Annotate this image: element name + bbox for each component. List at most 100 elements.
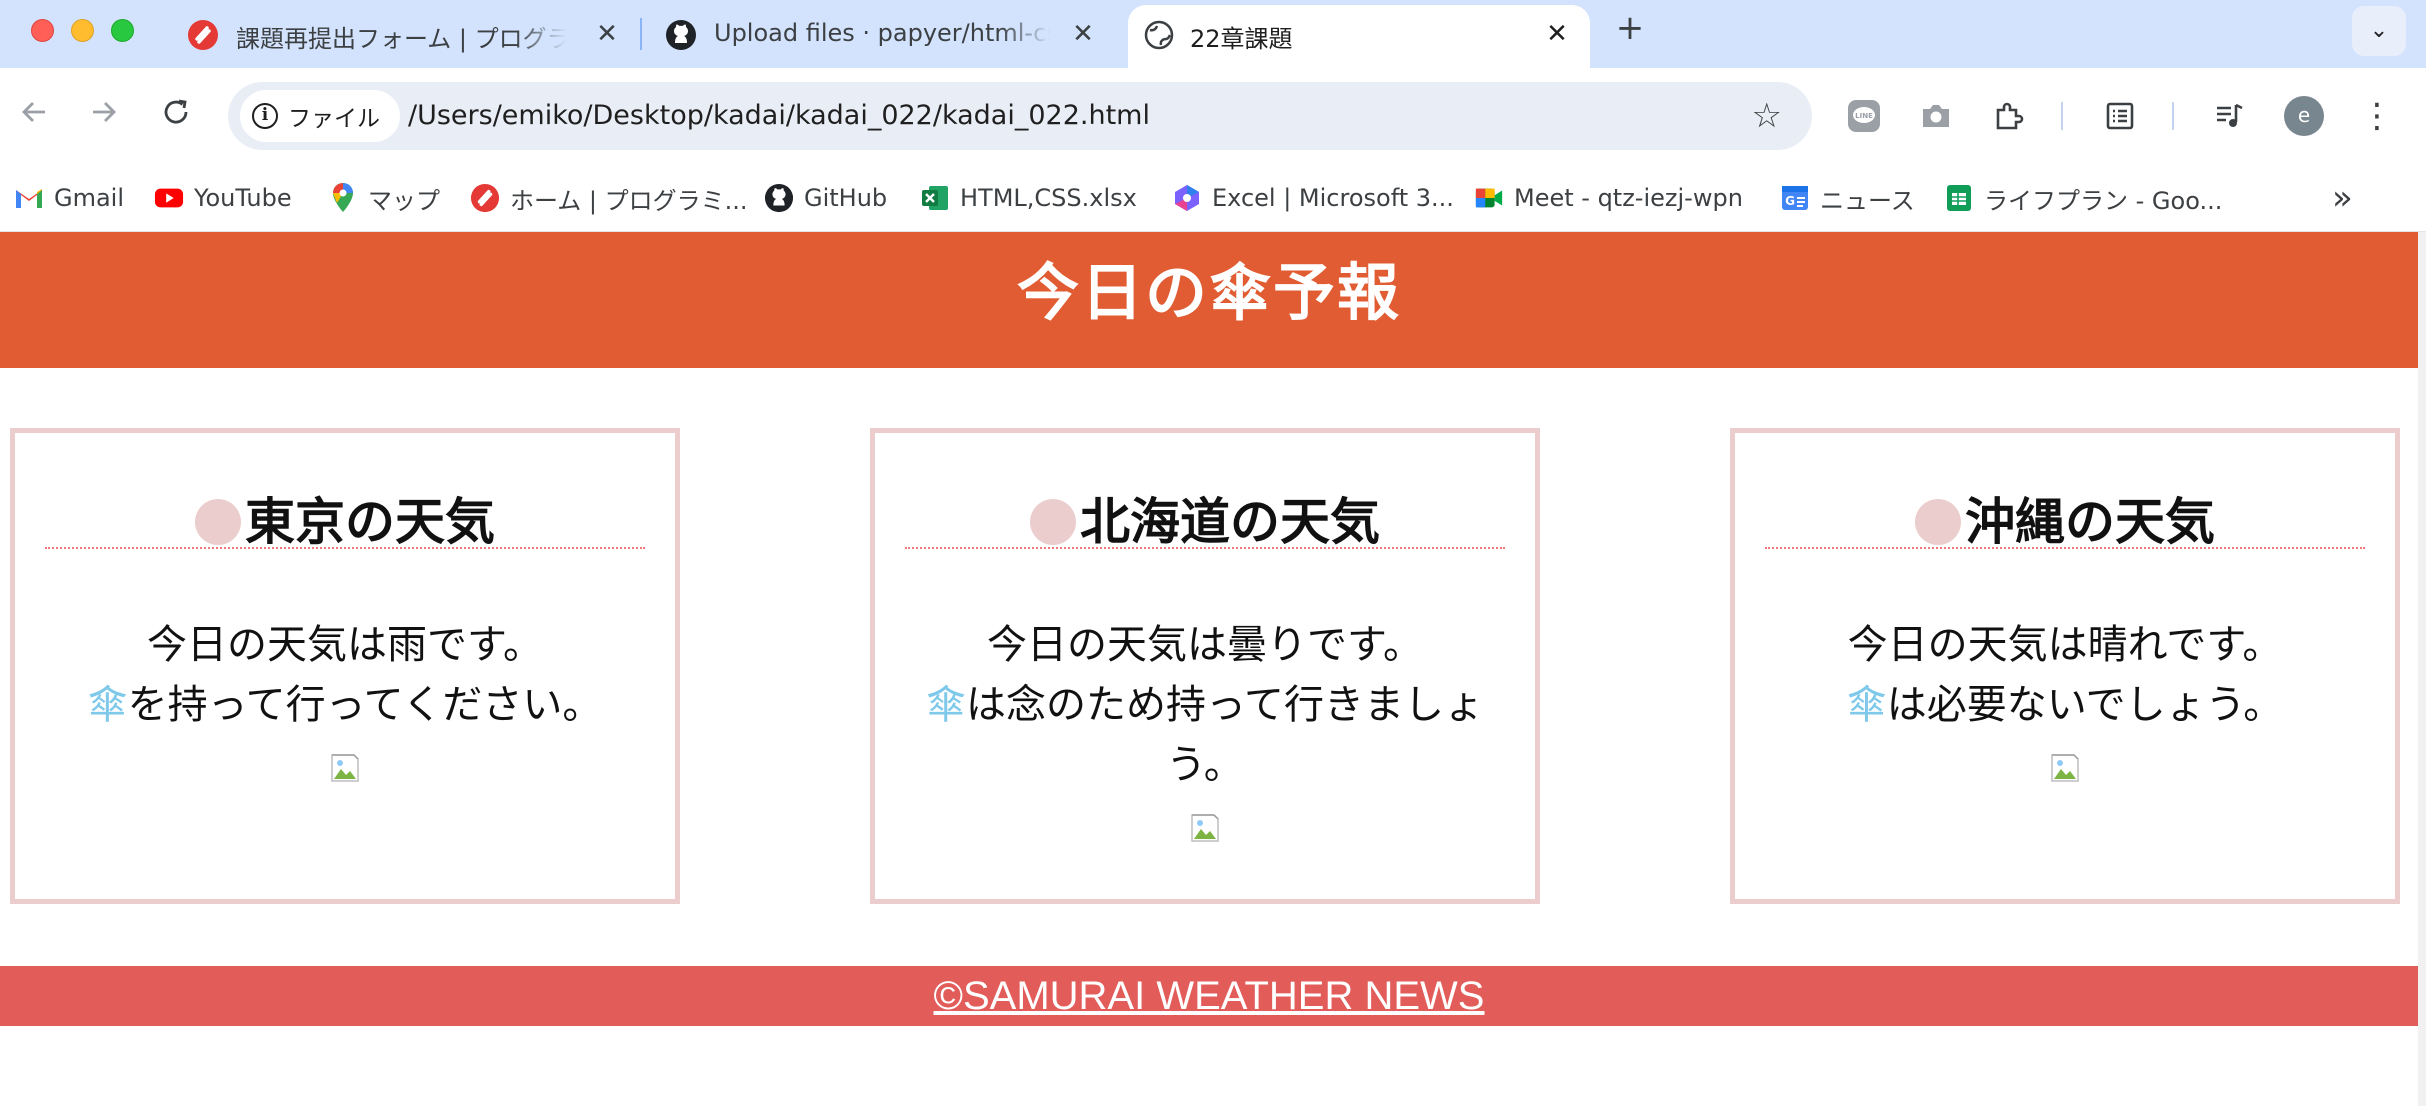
bookmark-gmail[interactable]: Gmail [14, 178, 124, 218]
card-body: 今日の天気は晴れです。 傘は必要ないでしょう。 [1765, 615, 2365, 801]
bookmark-label: YouTube [194, 184, 292, 212]
card-title: 沖縄の天気 [1965, 493, 2215, 551]
circle-bullet-icon [1915, 499, 1961, 545]
star-icon[interactable]: ☆ [1752, 96, 1782, 136]
bookmark-label: Excel | Microsoft 3... [1212, 184, 1454, 212]
weather-text: 今日の天気は晴れです。 [1847, 622, 2283, 668]
advice-text: を持って行ってください。 [127, 682, 603, 728]
github-icon [764, 183, 794, 213]
card-heading: 沖縄の天気 [1765, 497, 2365, 549]
bookmark-meet[interactable]: Meet - qtz-iezj-wpn [1474, 178, 1743, 218]
weather-card-okinawa: 沖縄の天気 今日の天気は晴れです。 傘は必要ないでしょう。 [1730, 428, 2400, 904]
bookmark-github[interactable]: GitHub [764, 178, 887, 218]
globe-icon [1142, 18, 1176, 52]
footer-link[interactable]: ©SAMURAI WEATHER NEWS [934, 974, 1485, 1018]
circle-bullet-icon [195, 499, 241, 545]
close-icon[interactable]: ✕ [1540, 17, 1574, 51]
card-title: 北海道の天気 [1080, 493, 1380, 551]
back-button[interactable] [10, 92, 58, 140]
tab-22sho-kadai[interactable]: 22章課題 ✕ [1128, 5, 1590, 68]
browser-toolbar: i ファイル /Users/emiko/Desktop/kadai/kadai_… [0, 68, 2426, 164]
weather-text: 今日の天気は曇りです。 [987, 622, 1423, 668]
bookmark-maps[interactable]: マップ [328, 178, 440, 218]
tab-separator [640, 18, 642, 50]
page-scrollbar[interactable] [2418, 232, 2426, 1106]
url-text[interactable]: /Users/emiko/Desktop/kadai/kadai_022/kad… [408, 100, 1150, 131]
tab-title: Upload files · papyer/html-css [714, 19, 1050, 47]
circle-bullet-icon [1030, 499, 1076, 545]
bookmark-label: マップ [368, 186, 440, 215]
tab-kadai-form[interactable]: 課題再提出フォーム | プログラミ ✕ [186, 5, 626, 68]
umbrella-advice: 傘を持って行ってください。 [45, 675, 645, 735]
new-tab-button[interactable]: + [1612, 10, 1648, 46]
bookmark-excel-microsoft[interactable]: Excel | Microsoft 3... [1172, 178, 1454, 218]
github-icon [664, 18, 698, 52]
samurai-icon [186, 18, 220, 52]
weather-text: 今日の天気は雨です。 [147, 622, 543, 668]
umbrella-word: 傘 [1846, 682, 1887, 728]
reload-button[interactable] [152, 92, 200, 140]
page-viewport: 今日の傘予報 東京の天気 今日の天気は雨です。 傘を持って行ってください。 北海… [0, 232, 2418, 1106]
card-heading: 東京の天気 [45, 497, 645, 549]
camera-icon[interactable] [1918, 98, 1954, 134]
forward-button[interactable] [80, 92, 128, 140]
page-title: 今日の傘予報 [1016, 256, 1401, 329]
youtube-icon [154, 183, 184, 213]
close-icon[interactable]: ✕ [1066, 17, 1100, 51]
media-controls-icon[interactable] [2212, 98, 2248, 134]
extensions-icon[interactable] [1990, 98, 2026, 134]
card-heading: 北海道の天気 [905, 497, 1505, 549]
reading-list-icon[interactable] [2102, 98, 2138, 134]
maximize-window-button[interactable] [111, 19, 134, 42]
toolbar-separator [2061, 102, 2063, 130]
broken-image-icon [1189, 801, 1221, 842]
bookmarks-bar: Gmail YouTube マップ ホーム | プログラミ... GitHub … [0, 164, 2426, 232]
bookmark-youtube[interactable]: YouTube [154, 178, 292, 218]
profile-avatar[interactable]: e [2284, 96, 2324, 136]
site-header: 今日の傘予報 [0, 232, 2418, 368]
site-info-chip[interactable]: i ファイル [240, 90, 400, 142]
more-menu-icon[interactable]: ⋮ [2360, 94, 2394, 138]
reload-icon [164, 99, 188, 124]
umbrella-word: 傘 [87, 682, 128, 728]
svg-text:G: G [1785, 194, 1795, 208]
weather-card-tokyo: 東京の天気 今日の天気は雨です。 傘を持って行ってください。 [10, 428, 680, 904]
samurai-icon [470, 183, 500, 213]
microsoft365-icon [1172, 183, 1202, 213]
card-title: 東京の天気 [245, 493, 495, 551]
chevron-down-icon: ⌄ [2369, 18, 2389, 43]
bookmark-life-plan[interactable]: ライフプラン - Goo... [1944, 178, 2222, 218]
bookmark-samurai-home[interactable]: ホーム | プログラミ... [470, 178, 748, 218]
broken-image-icon [2049, 741, 2081, 782]
bookmark-html-css-xlsx[interactable]: HTML,CSS.xlsx [920, 178, 1137, 218]
close-icon[interactable]: ✕ [590, 17, 624, 51]
tab-title: 22章課題 [1190, 25, 1293, 53]
bookmark-label: GitHub [804, 184, 888, 212]
bookmark-label: Meet - qtz-iezj-wpn [1514, 184, 1743, 212]
site-chip-label: ファイル [288, 106, 380, 132]
weather-card-hokkaido: 北海道の天気 今日の天気は曇りです。 傘は念のため持って行きましょう。 [870, 428, 1540, 904]
umbrella-advice: 傘は念のため持って行きましょう。 [905, 675, 1505, 795]
advice-text: は必要ないでしょう。 [1886, 682, 2284, 728]
umbrella-advice: 傘は必要ないでしょう。 [1765, 675, 2365, 735]
arrow-left-icon [22, 102, 45, 122]
tab-search-button[interactable]: ⌄ [2352, 6, 2406, 56]
minimize-window-button[interactable] [71, 19, 94, 42]
bookmark-news[interactable]: G ニュース [1780, 178, 1915, 218]
close-window-button[interactable] [31, 19, 54, 42]
sheets-icon [1944, 183, 1974, 213]
address-bar[interactable]: i ファイル /Users/emiko/Desktop/kadai/kadai_… [228, 82, 1812, 150]
line-extension-icon[interactable]: LINE [1846, 98, 1882, 134]
card-body: 今日の天気は雨です。 傘を持って行ってください。 [45, 615, 645, 801]
card-body: 今日の天気は曇りです。 傘は念のため持って行きましょう。 [905, 615, 1505, 861]
meet-icon [1474, 183, 1504, 213]
broken-image-icon [329, 741, 361, 782]
arrow-right-icon [93, 102, 116, 122]
chevron-double-right-icon[interactable]: » [2332, 178, 2353, 218]
maps-icon [328, 183, 358, 213]
site-footer: ©SAMURAI WEATHER NEWS [0, 966, 2418, 1026]
svg-text:LINE: LINE [1855, 112, 1873, 120]
tab-upload-files[interactable]: Upload files · papyer/html-css ✕ [664, 5, 1104, 68]
advice-text: は念のため持って行きましょう。 [966, 682, 1484, 788]
bookmark-label: HTML,CSS.xlsx [960, 184, 1137, 212]
